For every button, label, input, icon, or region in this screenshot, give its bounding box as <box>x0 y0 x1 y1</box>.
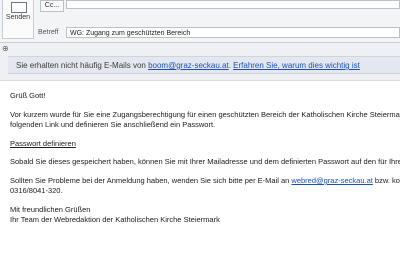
compose-header: Senden Cc... Betreff WG: Zugang zum gesc… <box>0 0 400 43</box>
body-line-3: Sobald Sie dieses gespeichert haben, kön… <box>10 157 400 166</box>
body-line-4: Sollten Sie Probleme bei der Anmeldung h… <box>10 176 400 185</box>
learn-why-link[interactable]: Erfahren Sie, warum dies wichtig ist <box>233 61 360 70</box>
sender-email-link[interactable]: boom@graz-seckau.at <box>148 61 229 70</box>
subject-label: Betreff <box>38 29 59 36</box>
body-line-4-post: bzw. kon <box>374 176 400 185</box>
send-button[interactable]: Senden <box>2 0 34 39</box>
body-line-4-pre: Sollten Sie Probleme bei der Anmeldung h… <box>10 176 292 185</box>
subject-field[interactable]: WG: Zugang zum geschützten Bereich <box>66 27 400 38</box>
body-line-5: 0316/8041-320. <box>10 186 63 195</box>
password-link[interactable]: Passwort definieren <box>10 139 76 148</box>
info-bar-text: Sie erhalten nicht häufig E-Mails von <box>16 61 149 70</box>
expand-icon[interactable]: ⊕ <box>2 44 9 53</box>
envelope-icon <box>11 2 27 13</box>
cc-field[interactable] <box>66 0 400 9</box>
cc-button[interactable]: Cc... <box>40 0 64 12</box>
closing-1: Mit freundlichen Grüßen <box>10 205 91 214</box>
send-button-label: Senden <box>5 14 31 21</box>
body-line-2: folgenden Link und definieren Sie anschl… <box>10 120 216 129</box>
greeting: Grüß Gott! <box>10 91 46 100</box>
webred-email-link[interactable]: webred@graz-seckau.at <box>291 176 372 185</box>
body-line-1: Vor kurzem wurde für Sie eine Zugangsber… <box>10 110 400 119</box>
info-bar: Sie erhalten nicht häufig E-Mails von bo… <box>8 56 400 74</box>
message-body[interactable]: Grüß Gott! Vor kurzem wurde für Sie eine… <box>0 80 400 259</box>
closing-2: Ihr Team der Webredaktion der Katholisch… <box>10 215 220 224</box>
